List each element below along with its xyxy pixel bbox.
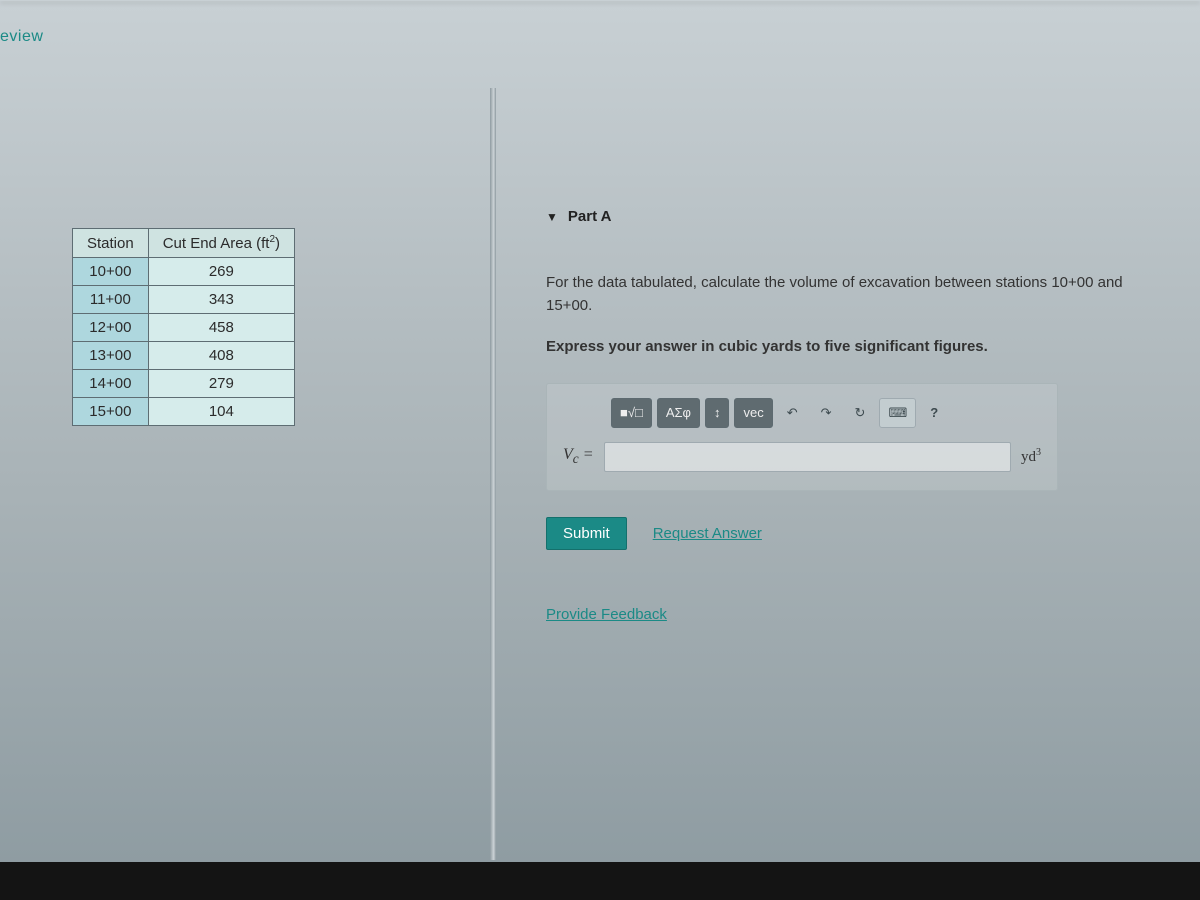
pane-left: Station Cut End Area (ft2) 10+00 269 11+… bbox=[0, 88, 490, 860]
table-row: 15+00 104 bbox=[73, 398, 295, 426]
cell-station: 10+00 bbox=[73, 258, 149, 286]
greek-button[interactable]: ΑΣφ bbox=[657, 398, 700, 428]
table-row: 14+00 279 bbox=[73, 370, 295, 398]
monitor-bezel bbox=[0, 862, 1200, 900]
redo-button[interactable]: ↷ bbox=[812, 398, 841, 428]
submit-button[interactable]: Submit bbox=[546, 517, 627, 550]
table-row: 12+00 458 bbox=[73, 314, 295, 342]
cell-area: 269 bbox=[148, 258, 294, 286]
table-row: 10+00 269 bbox=[73, 258, 295, 286]
cell-area: 104 bbox=[148, 398, 294, 426]
part-header[interactable]: ▼ Part A bbox=[546, 208, 1156, 225]
templates-button[interactable]: ■√□ bbox=[611, 398, 652, 428]
data-table: Station Cut End Area (ft2) 10+00 269 11+… bbox=[72, 228, 295, 426]
actions-row: Submit Request Answer bbox=[546, 517, 1156, 550]
answer-input[interactable] bbox=[604, 442, 1012, 472]
answer-lhs: Vc = bbox=[563, 446, 594, 467]
undo-button[interactable]: ↶ bbox=[778, 398, 807, 428]
table-row: 13+00 408 bbox=[73, 342, 295, 370]
cell-station: 12+00 bbox=[73, 314, 149, 342]
th-station: Station bbox=[73, 229, 149, 258]
answer-unit: yd3 bbox=[1021, 447, 1041, 466]
cell-area: 279 bbox=[148, 370, 294, 398]
split-view: Station Cut End Area (ft2) 10+00 269 11+… bbox=[0, 88, 1160, 860]
cell-station: 13+00 bbox=[73, 342, 149, 370]
question-text: For the data tabulated, calculate the vo… bbox=[546, 271, 1156, 318]
help-button[interactable]: ? bbox=[921, 398, 947, 428]
cell-station: 14+00 bbox=[73, 370, 149, 398]
equation-toolbar: ■√□ ΑΣφ ↕ vec ↶ ↷ ↻ ⌨ ? bbox=[611, 398, 1041, 428]
cell-area: 458 bbox=[148, 314, 294, 342]
chevron-down-icon: ▼ bbox=[546, 210, 558, 224]
cell-station: 15+00 bbox=[73, 398, 149, 426]
cell-area: 343 bbox=[148, 286, 294, 314]
keyboard-button[interactable]: ⌨ bbox=[879, 398, 916, 428]
swap-button[interactable]: ↕ bbox=[705, 398, 730, 428]
table-row: 11+00 343 bbox=[73, 286, 295, 314]
part-label: Part A bbox=[568, 208, 612, 225]
instruction-text: Express your answer in cubic yards to fi… bbox=[546, 338, 1156, 355]
answer-row: Vc = yd3 bbox=[563, 442, 1041, 472]
pane-right: ▼ Part A For the data tabulated, calcula… bbox=[496, 88, 1160, 860]
tab-review[interactable]: eview bbox=[0, 28, 43, 46]
vec-button[interactable]: vec bbox=[734, 398, 772, 428]
table-header-row: Station Cut End Area (ft2) bbox=[73, 229, 295, 258]
request-answer-link[interactable]: Request Answer bbox=[653, 525, 762, 542]
cell-station: 11+00 bbox=[73, 286, 149, 314]
cell-area: 408 bbox=[148, 342, 294, 370]
reset-button[interactable]: ↻ bbox=[846, 398, 875, 428]
th-area: Cut End Area (ft2) bbox=[148, 229, 294, 258]
answer-widget: ■√□ ΑΣφ ↕ vec ↶ ↷ ↻ ⌨ ? Vc = yd3 bbox=[546, 383, 1058, 491]
provide-feedback[interactable]: Provide Feedback bbox=[546, 606, 1156, 624]
